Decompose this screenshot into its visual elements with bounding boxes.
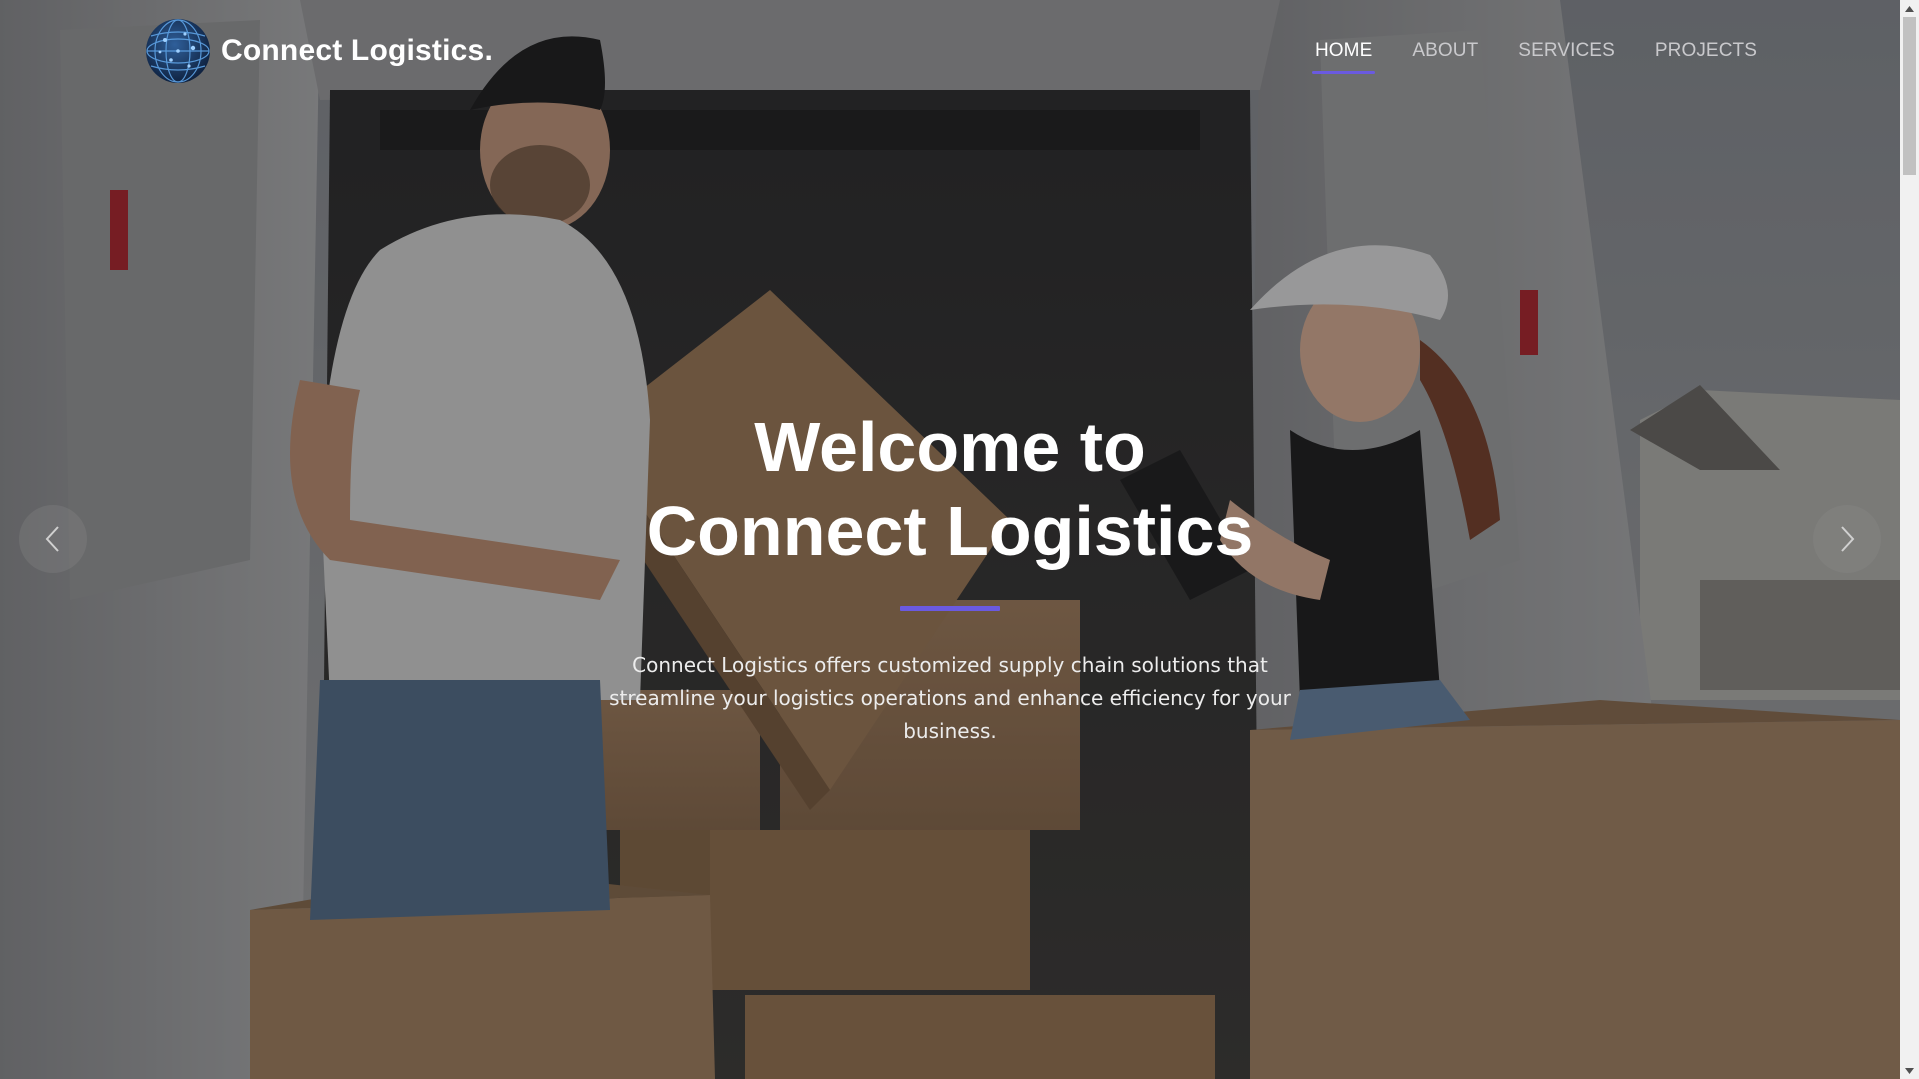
site-header: Connect Logistics. HOME ABOUT SERVICES P… <box>0 0 1900 100</box>
scroll-thumb[interactable] <box>1903 17 1916 175</box>
scroll-up-button[interactable] <box>1900 0 1919 17</box>
hero-title-line1: Welcome to <box>754 408 1146 486</box>
nav-item-about[interactable]: ABOUT <box>1412 38 1478 74</box>
brand-dot: . <box>484 34 493 67</box>
hero-content: Welcome to Connect Logistics Connect Log… <box>0 405 1900 748</box>
page-scrollbar[interactable] <box>1900 0 1919 1079</box>
brand-link[interactable]: Connect Logistics. <box>145 18 493 84</box>
triangle-down-icon <box>1905 1067 1914 1074</box>
hero-title-line2: Connect Logistics <box>646 492 1254 570</box>
hero-description: Connect Logistics offers customized supp… <box>609 653 1291 743</box>
hero-divider <box>900 606 1000 611</box>
chevron-right-icon <box>1841 526 1855 552</box>
carousel-prev-button[interactable] <box>19 505 87 573</box>
nav-item-home[interactable]: HOME <box>1311 38 1376 74</box>
brand-name: Connect Logistics <box>221 34 485 67</box>
chevron-left-icon <box>45 526 59 552</box>
page: Connect Logistics. HOME ABOUT SERVICES P… <box>0 0 1919 1079</box>
nav-item-projects[interactable]: PROJECTS <box>1655 38 1757 74</box>
scroll-down-button[interactable] <box>1900 1062 1919 1079</box>
main-nav: HOME ABOUT SERVICES PROJECTS <box>1275 38 1757 74</box>
globe-icon <box>145 18 211 84</box>
nav-item-services[interactable]: SERVICES <box>1518 38 1615 74</box>
hero-title: Welcome to Connect Logistics <box>0 405 1900 573</box>
carousel-next-button[interactable] <box>1813 505 1881 573</box>
triangle-up-icon <box>1905 5 1914 12</box>
